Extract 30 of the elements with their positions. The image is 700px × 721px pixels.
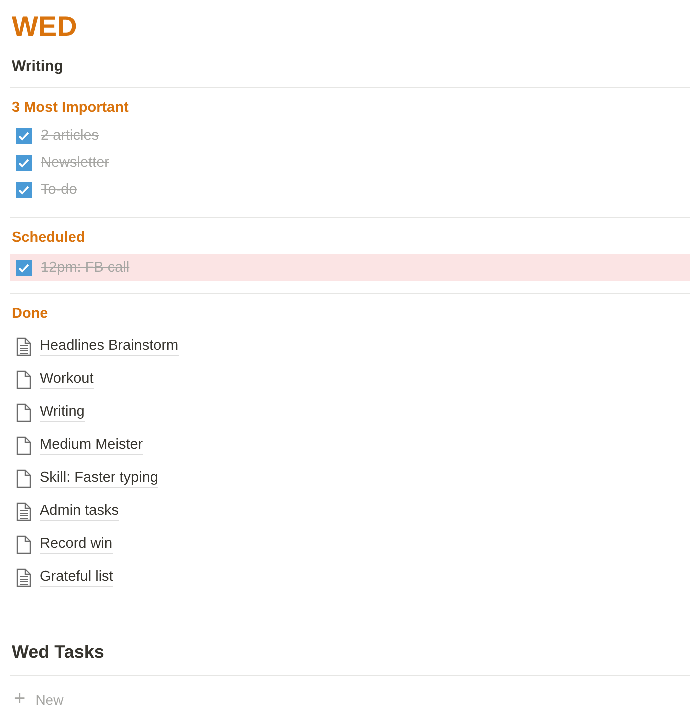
page-link[interactable]: Workout: [40, 370, 94, 388]
text-document-icon: [16, 568, 32, 588]
subtitle: Writing: [11, 58, 64, 75]
checkbox[interactable]: [16, 260, 32, 276]
page-link[interactable]: Skill: Faster typing: [40, 470, 158, 488]
todo-text: Newsletter: [41, 155, 110, 171]
text-document-icon: [16, 502, 32, 522]
section-heading: Scheduled: [11, 230, 86, 246]
text-document-icon: [16, 336, 32, 356]
page-link[interactable]: Writing: [40, 404, 85, 422]
blank-document-icon: [16, 402, 32, 422]
page-link[interactable]: Record win: [40, 536, 113, 554]
todo-text: To-do: [41, 182, 78, 198]
blank-document-icon: [16, 436, 32, 456]
blank-document-icon: [16, 468, 32, 488]
blank-document-icon: [16, 370, 32, 390]
todo-text: 12pm: FB call: [41, 260, 130, 276]
blank-document-icon: [16, 534, 32, 554]
database-title: Wed Tasks: [11, 642, 106, 663]
section-heading: 3 Most Important: [11, 100, 130, 116]
page-link[interactable]: Headlines Brainstorm: [40, 338, 179, 356]
section-heading: Done: [11, 306, 50, 322]
checkbox[interactable]: [16, 182, 32, 198]
page-title: WED: [11, 10, 78, 44]
page-link[interactable]: Medium Meister: [40, 436, 144, 454]
page-link[interactable]: Admin tasks: [40, 502, 119, 520]
page-link[interactable]: Grateful list: [40, 568, 114, 586]
checkbox[interactable]: [16, 128, 32, 144]
todo-text: 2 articles: [41, 128, 100, 144]
checkbox[interactable]: [16, 155, 32, 171]
